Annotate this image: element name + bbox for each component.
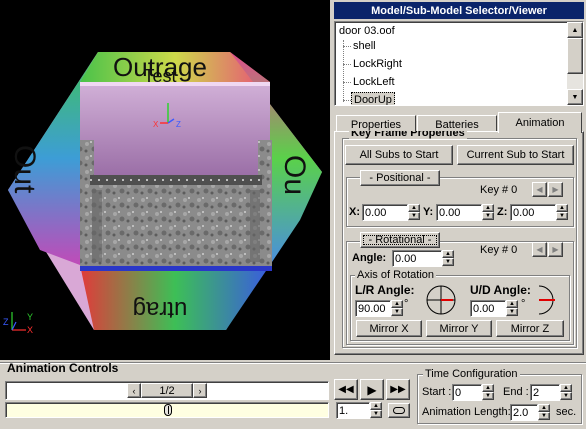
scroll-up-icon[interactable]: ▲	[567, 22, 583, 38]
model-render: Outrage Test Out Ou utrag X Z Y X Z	[3, 52, 322, 335]
positional-prev-key-icon[interactable]: ◀	[532, 182, 547, 197]
model-tree[interactable]: door 03.oof shell LockRight LockLeft Doo…	[334, 21, 584, 106]
frame-value-input[interactable]: 1.	[336, 402, 370, 419]
texture-text-left: Out	[8, 145, 41, 194]
timeline-slider[interactable]	[5, 402, 329, 418]
ud-angle-spinner[interactable]: ▲ ▼	[506, 300, 518, 317]
lr-angle-spinner[interactable]: ▲ ▼	[391, 300, 403, 317]
world-axis-z-label: Z	[3, 317, 9, 327]
keyframe-group-title: Key Frame Properties	[349, 131, 467, 139]
animation-tab-panel: Key Frame Properties All Subs to Start C…	[334, 131, 584, 355]
lr-degree-symbol: °	[404, 298, 409, 310]
lr-angle-label: L/R Angle:	[355, 283, 415, 297]
model-viewport[interactable]: Outrage Test Out Ou utrag X Z Y X Z	[0, 0, 330, 360]
loop-icon	[393, 407, 405, 414]
x-input[interactable]: 0.00	[362, 204, 408, 221]
frame-value-spinner[interactable]: ▲ ▼	[370, 402, 382, 419]
tree-item-lockleft[interactable]: LockLeft	[353, 76, 395, 88]
start-label: Start :	[422, 386, 452, 398]
door-axis-z-label: Z	[176, 120, 181, 129]
texture-text-bottom: utrag	[133, 296, 188, 323]
ud-angle-input[interactable]: 0.00	[470, 300, 506, 317]
ud-angle-dial[interactable]	[537, 284, 559, 316]
frame-scrollbar[interactable]: ‹ 1/2 ›	[5, 381, 329, 400]
animation-length-spinner[interactable]: ▲ ▼	[538, 404, 550, 421]
timeline-slider-thumb[interactable]	[164, 404, 172, 416]
z-input[interactable]: 0.00	[510, 204, 556, 221]
positional-key-label: Key # 0	[480, 184, 518, 196]
world-axis-x-label: X	[27, 325, 33, 335]
rotational-next-key-icon[interactable]: ▶	[548, 242, 563, 257]
axis-rotation-title: Axis of Rotation	[355, 269, 437, 281]
lr-angle-input[interactable]: 90.00	[355, 300, 391, 317]
y-spinner[interactable]: ▲ ▼	[482, 204, 494, 221]
tree-item-lockright[interactable]: LockRight	[353, 58, 402, 70]
positional-next-key-icon[interactable]: ▶	[548, 182, 563, 197]
time-config-title: Time Configuration	[423, 368, 520, 380]
sec-label: sec.	[556, 406, 577, 418]
x-spinner[interactable]: ▲ ▼	[408, 204, 420, 221]
tab-strip: Properties Batteries Animation	[334, 112, 584, 133]
angle-label: Angle:	[352, 252, 387, 264]
mirror-z-button[interactable]: Mirror Z	[496, 320, 564, 337]
angle-spinner[interactable]: ▲ ▼	[442, 250, 454, 267]
all-subs-to-start-button[interactable]: All Subs to Start	[345, 145, 453, 165]
lr-angle-dial[interactable]	[425, 284, 457, 316]
rotational-prev-key-icon[interactable]: ◀	[532, 242, 547, 257]
world-axis-y-label: Y	[27, 312, 33, 322]
loop-toggle-button[interactable]	[388, 403, 410, 418]
frame-counter: 1/2	[141, 383, 193, 398]
rotational-key-label: Key # 0	[480, 244, 518, 256]
play-icon[interactable]: ▶	[360, 379, 384, 400]
end-input[interactable]: 2	[530, 384, 560, 401]
ud-degree-symbol: °	[521, 298, 526, 310]
y-label: Y:	[423, 206, 434, 218]
scroll-thumb[interactable]	[567, 38, 583, 74]
door-axis-x-label: X	[153, 120, 159, 129]
animation-length-label: Animation Length:	[422, 406, 511, 418]
z-spinner[interactable]: ▲ ▼	[556, 204, 568, 221]
selector-title-bar: Model/Sub-Model Selector/Viewer	[334, 2, 584, 19]
frame-prev-icon[interactable]: ‹	[127, 383, 141, 398]
tree-item-doorup[interactable]: DoorUp	[351, 92, 395, 105]
door-rock-panel	[90, 175, 262, 267]
x-label: X:	[349, 206, 360, 218]
y-input[interactable]: 0.00	[436, 204, 482, 221]
fast-forward-icon[interactable]: ▶▶	[386, 379, 410, 400]
ud-angle-label: U/D Angle:	[470, 283, 531, 297]
animation-length-input[interactable]: 2.0	[510, 404, 538, 421]
tree-item-shell[interactable]: shell	[353, 40, 376, 52]
end-label: End :	[503, 386, 529, 398]
texture-text-right: Ou	[278, 155, 311, 195]
start-input[interactable]: 0	[452, 384, 482, 401]
current-sub-to-start-button[interactable]: Current Sub to Start	[457, 145, 574, 165]
app-root: Outrage Test Out Ou utrag X Z Y X Z Mode…	[0, 0, 586, 429]
z-label: Z:	[497, 206, 508, 218]
tree-scrollbar[interactable]: ▲ ▼	[567, 22, 583, 105]
rewind-icon[interactable]: ◀◀	[334, 379, 358, 400]
mirror-x-button[interactable]: Mirror X	[356, 320, 422, 337]
scroll-down-icon[interactable]: ▼	[567, 89, 583, 105]
rotational-toggle-button[interactable]: - Rotational -	[360, 232, 440, 248]
door-up-panel	[80, 82, 270, 177]
start-spinner[interactable]: ▲ ▼	[482, 384, 494, 401]
angle-input[interactable]: 0.00	[392, 250, 442, 267]
frame-next-icon[interactable]: ›	[193, 383, 207, 398]
tree-item-root[interactable]: door 03.oof	[339, 25, 395, 37]
positional-toggle-button[interactable]: - Positional -	[360, 170, 440, 186]
end-spinner[interactable]: ▲ ▼	[560, 384, 572, 401]
mirror-y-button[interactable]: Mirror Y	[426, 320, 492, 337]
tab-animation[interactable]: Animation	[498, 112, 582, 133]
animation-controls-title: Animation Controls	[7, 361, 119, 375]
